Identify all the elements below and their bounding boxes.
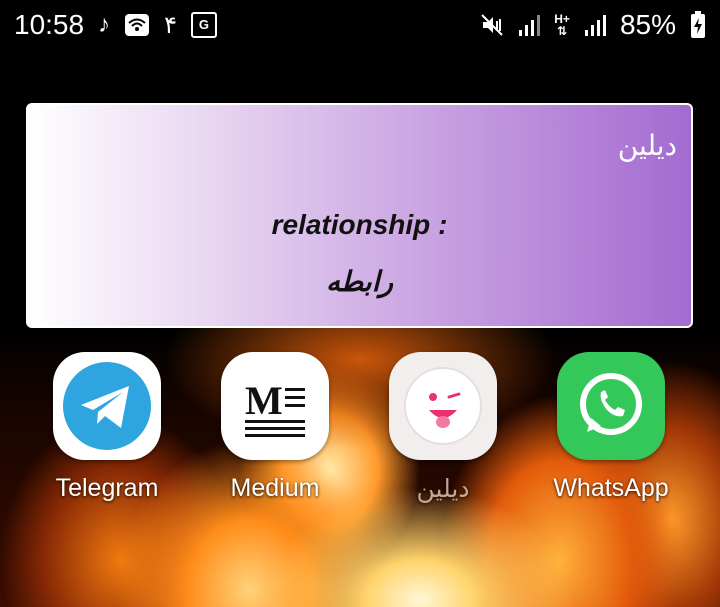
network-type-icon: H+ ⇅ <box>554 12 570 38</box>
status-bar: 10:58 ♪ ۴ G H+ ⇅ 85% <box>0 0 720 50</box>
dilin-icon[interactable] <box>389 352 497 460</box>
app-label-whatsapp: WhatsApp <box>553 474 669 502</box>
network-label: H+ <box>554 12 570 26</box>
widget-word: relationship : <box>271 209 448 240</box>
svg-text:M: M <box>245 378 283 423</box>
music-note-icon: ♪ <box>98 11 111 38</box>
app-label-telegram: Telegram <box>55 474 159 502</box>
app-label-medium: Medium <box>230 474 320 502</box>
signal-icon <box>518 13 541 37</box>
app-whatsapp[interactable]: WhatsApp <box>536 352 686 503</box>
mute-vibrate-icon <box>480 13 504 37</box>
signal-icon-2 <box>584 13 606 37</box>
medium-icon[interactable]: M <box>221 352 329 460</box>
widget-translation: رابطه <box>325 266 394 297</box>
notification-number: ۴ <box>164 11 177 39</box>
battery-percent: 85% <box>619 9 676 40</box>
app-medium[interactable]: M Medium <box>200 352 350 503</box>
app-telegram[interactable]: Telegram <box>32 352 182 503</box>
dictionary-widget[interactable]: دیلین relationship : رابطه <box>26 103 693 328</box>
app-label-dilin: دیلین <box>416 475 470 503</box>
translate-icon: G <box>190 12 217 38</box>
widget-title: دیلین <box>617 130 677 161</box>
clock: 10:58 <box>14 9 85 40</box>
whatsapp-icon[interactable] <box>557 352 665 460</box>
wifi-data-icon <box>124 13 150 37</box>
app-dilin[interactable]: دیلین <box>368 352 518 504</box>
battery-charging-icon <box>690 11 706 39</box>
telegram-icon[interactable] <box>53 352 161 460</box>
